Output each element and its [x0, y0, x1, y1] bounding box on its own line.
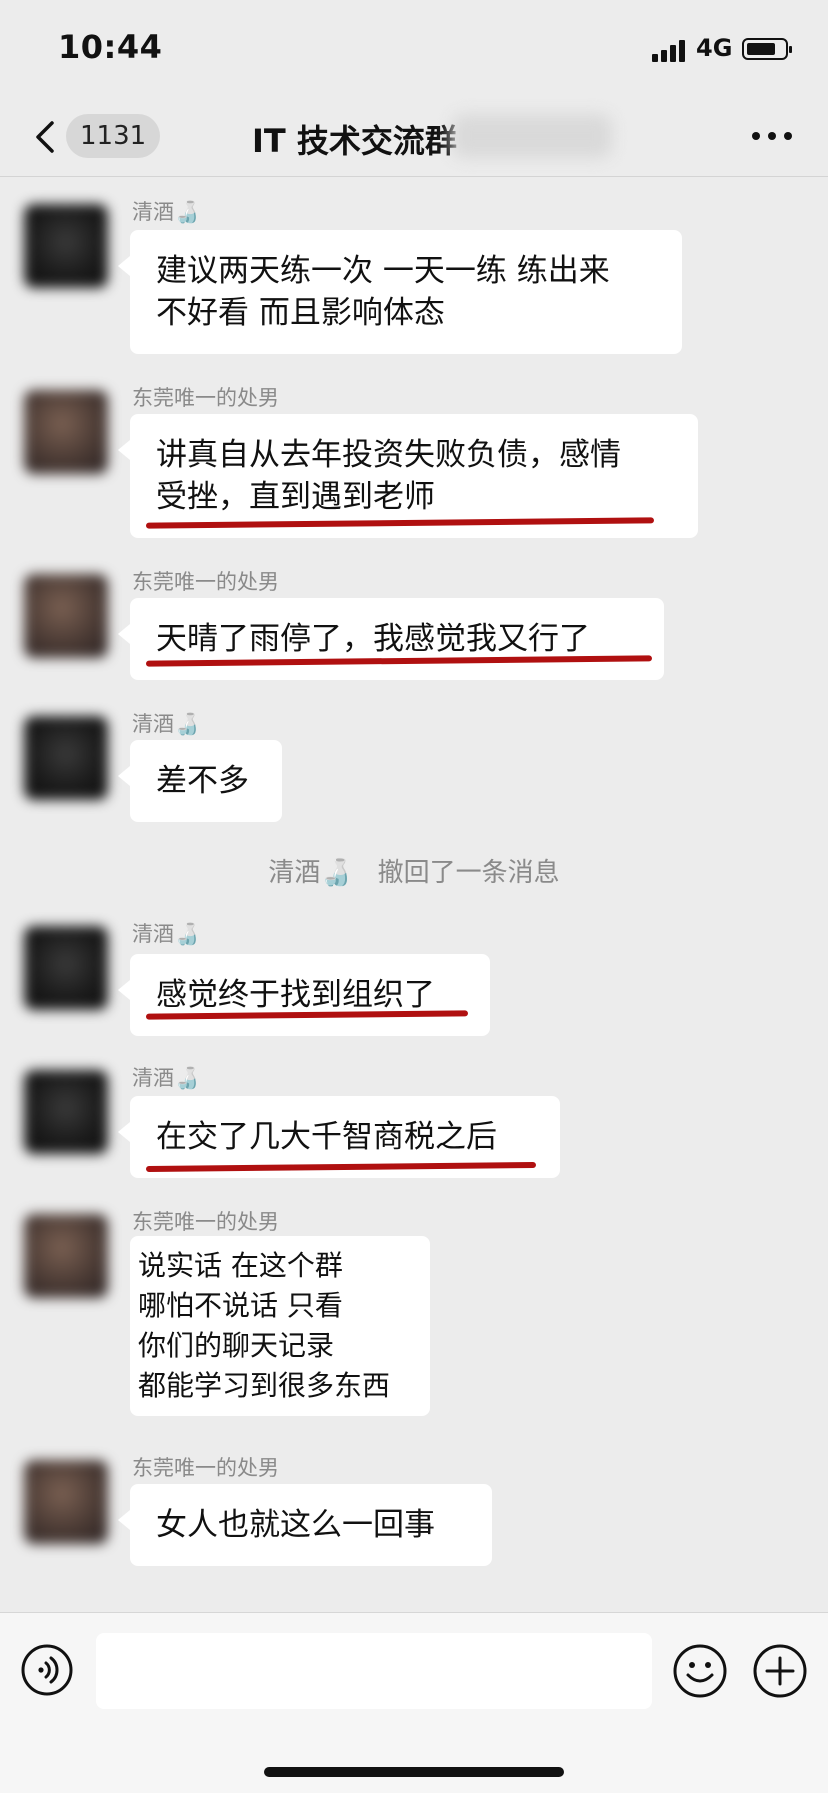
message-line: 感觉终于找到组织了 [156, 977, 435, 1013]
avatar[interactable] [24, 1214, 108, 1298]
signal-icon [652, 40, 688, 62]
avatar[interactable] [24, 1070, 108, 1154]
recall-name: 清酒🍶 [268, 858, 353, 888]
header-divider [0, 176, 828, 177]
message-bubble[interactable]: 女人也就这么一回事 [118, 1484, 492, 1566]
message-line: 都能学习到很多东西 [138, 1369, 391, 1402]
recall-text: 撤回了一条消息 [377, 858, 560, 888]
sender-name: 清酒🍶 [132, 200, 201, 224]
avatar[interactable] [24, 204, 108, 288]
unread-count-badge: 1131 [66, 114, 161, 158]
message-line: 女人也就这么一回事 [156, 1507, 435, 1543]
message-bubble[interactable]: 建议两天练一次 一天一练 练出来 不好看 而且影响体态 [118, 230, 682, 354]
battery-icon [742, 38, 792, 60]
home-indicator[interactable] [264, 1767, 564, 1777]
recall-notice: 清酒🍶 撤回了一条消息 [0, 852, 828, 889]
sender-name: 东莞唯一的处男 [132, 386, 279, 410]
message-line: 受挫，直到遇到老师 [156, 479, 435, 515]
message-input[interactable] [96, 1633, 652, 1709]
chevron-left-icon [36, 121, 54, 153]
sender-name: 清酒🍶 [132, 1066, 201, 1090]
message-line: 不好看 而且影响体态 [156, 295, 445, 331]
voice-icon[interactable] [20, 1643, 74, 1697]
message-line: 天晴了雨停了，我感觉我又行了 [156, 621, 590, 657]
message-bubble[interactable]: 说实话 在这个群 哪怕不说话 只看 你们的聊天记录 都能学习到很多东西 [130, 1236, 430, 1416]
message-line: 哪怕不说话 只看 [138, 1289, 343, 1322]
sender-name: 东莞唯一的处男 [132, 570, 279, 594]
chat-header: 1131 IT 技术交流群 [0, 96, 828, 176]
avatar[interactable] [24, 1460, 108, 1544]
message-line: 差不多 [156, 763, 249, 799]
network-type: 4G [696, 34, 733, 62]
back-button[interactable]: 1131 [28, 110, 161, 162]
status-bar: 10:44 4G [0, 0, 828, 96]
sender-name: 清酒🍶 [132, 922, 201, 946]
plus-icon[interactable] [752, 1643, 808, 1699]
blurred-title-area [452, 114, 612, 158]
message-line: 讲真自从去年投资失败负债，感情 [156, 437, 621, 473]
message-bubble[interactable]: 差不多 [118, 740, 282, 822]
message-bubble[interactable]: 天晴了雨停了，我感觉我又行了 [118, 598, 664, 680]
sender-name: 东莞唯一的处男 [132, 1456, 279, 1480]
message-bubble[interactable]: 感觉终于找到组织了 [118, 954, 490, 1036]
emoji-icon[interactable] [672, 1643, 728, 1699]
message-line: 在交了几大千智商税之后 [156, 1119, 497, 1155]
avatar[interactable] [24, 926, 108, 1010]
sender-name: 清酒🍶 [132, 712, 201, 736]
message-line: 你们的聊天记录 [138, 1329, 335, 1362]
status-time: 10:44 [58, 28, 163, 66]
more-button[interactable] [752, 122, 792, 150]
message-line: 说实话 在这个群 [138, 1249, 343, 1282]
avatar[interactable] [24, 390, 108, 474]
more-dots-icon [752, 132, 760, 140]
chat-title: IT 技术交流群 [252, 122, 457, 160]
message-line: 建议两天练一次 一天一练 练出来 [156, 253, 610, 289]
sender-name: 东莞唯一的处男 [132, 1210, 279, 1234]
input-bar [0, 1612, 828, 1793]
avatar[interactable] [24, 716, 108, 800]
avatar[interactable] [24, 574, 108, 658]
